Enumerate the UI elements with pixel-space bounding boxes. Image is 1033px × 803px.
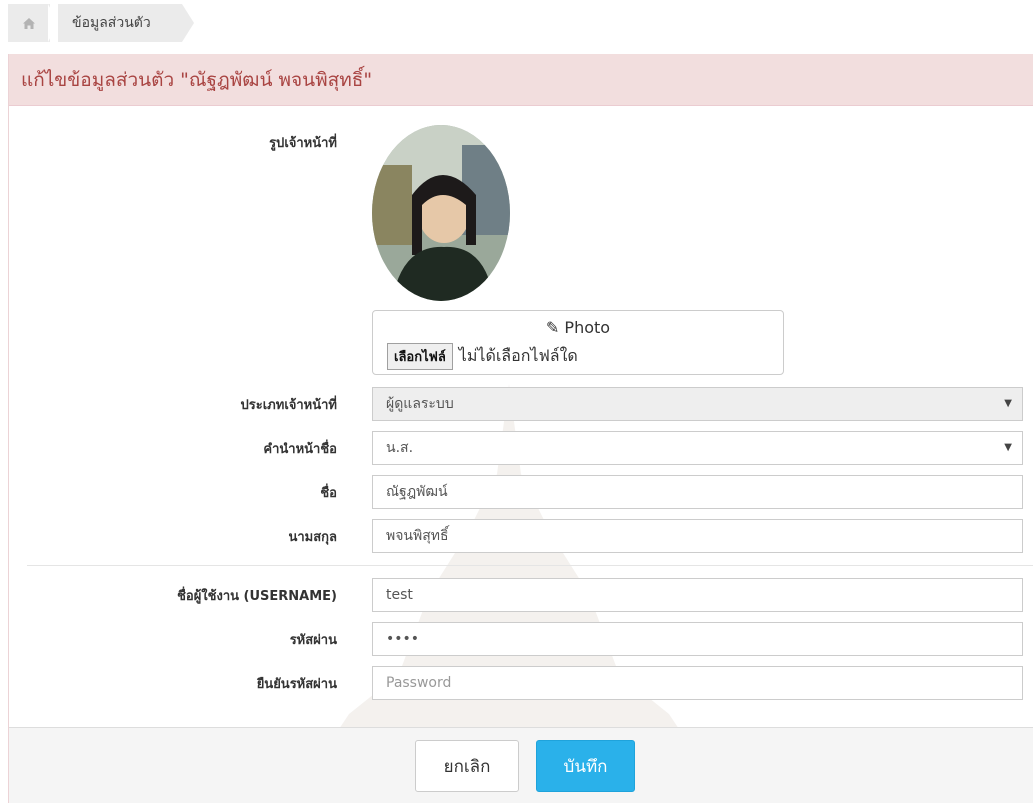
username-label: ชื่อผู้ใช้งาน (USERNAME) [177,589,337,604]
save-button[interactable]: บันทึก [536,740,635,792]
photo-upload-box: ✎ Photo เลือกไฟล์ ไม่ได้เลือกไฟล์ใด [372,310,784,375]
password-input[interactable]: •••• [372,622,1023,656]
confirm-password-input[interactable]: Password [372,666,1023,700]
staff-type-value: ผู้ดูแลระบบ [386,396,454,412]
lastname-label: นามสกุล [288,530,337,545]
username-input[interactable]: test [372,578,1023,612]
password-label: รหัสผ่าน [289,633,337,648]
section-divider [27,565,1033,566]
photo-label: รูปเจ้าหน้าที่ [269,136,337,151]
panel-title: แก้ไขข้อมูลส่วนตัว "ณัฐฎพัฒน์ พจนพิสุทธิ… [9,54,1033,106]
firstname-input[interactable]: ณัฐฎพัฒน์ [372,475,1023,509]
breadcrumb-separator [48,4,58,42]
firstname-label: ชื่อ [320,486,337,501]
staff-type-label: ประเภทเจ้าหน้าที่ [240,398,337,413]
breadcrumb-home[interactable] [8,4,50,42]
prefix-label: คำนำหน้าชื่อ [263,442,337,457]
confirm-password-label: ยืนยันรหัสผ่าน [256,677,337,692]
photo-box-title: ✎ Photo [545,318,611,337]
file-status: ไม่ได้เลือกไฟล์ใด [458,346,578,365]
avatar-photo [372,125,510,301]
caret-down-icon: ▼ [1004,442,1012,453]
panel-footer: ยกเลิก บันทึก [9,727,1033,803]
choose-file-button[interactable]: เลือกไฟล์ [387,343,453,370]
avatar [372,125,510,301]
lastname-input[interactable]: พจนพิสุทธิ์ [372,519,1023,553]
prefix-select[interactable]: น.ส. ▼ [372,431,1023,465]
caret-down-icon: ▼ [1004,398,1012,409]
breadcrumb-arrow [182,4,194,42]
prefix-value: น.ส. [386,440,414,456]
staff-type-select[interactable]: ผู้ดูแลระบบ ▼ [372,387,1023,421]
home-icon [23,17,35,29]
edit-profile-panel: แก้ไขข้อมูลส่วนตัว "ณัฐฎพัฒน์ พจนพิสุทธิ… [8,54,1033,803]
breadcrumb-current: ข้อมูลส่วนตัว [58,4,182,42]
cancel-button[interactable]: ยกเลิก [415,740,519,792]
